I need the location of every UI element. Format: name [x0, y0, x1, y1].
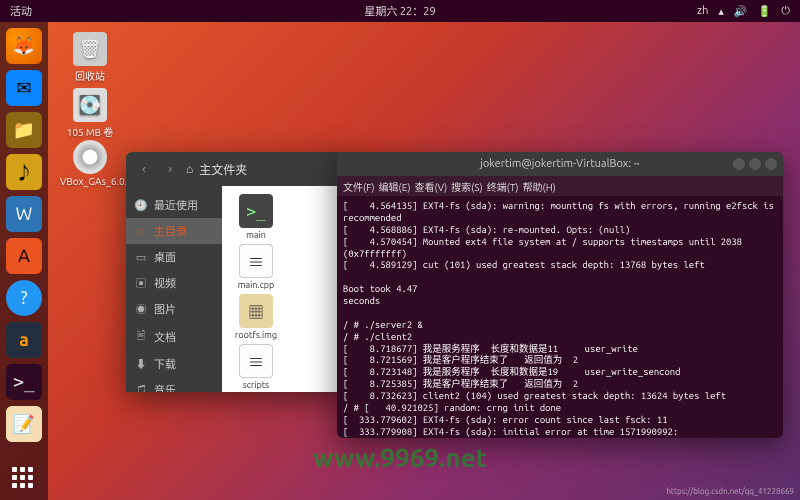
dock-libreoffice-writer[interactable]: W: [6, 196, 42, 232]
file-manager-content: >_main≡main.cpp▦rootfs.img≡scriptsCyongh…: [222, 152, 346, 392]
file-label: main.cpp: [238, 280, 275, 290]
sidebar-item-label: 主目录: [154, 223, 187, 239]
terminal-menubar: 文件(F) 编辑(E)查看(V) 搜索(S) 终端(T) 帮助(H): [337, 176, 783, 196]
file-label: main: [246, 230, 266, 240]
dock-terminal[interactable]: >_: [6, 364, 42, 400]
terminal-menu-item[interactable]: 编辑(E): [379, 179, 411, 194]
desktop-disk-label: 105 MB 卷: [60, 124, 120, 139]
terminal-menu-item[interactable]: 终端(T): [487, 179, 519, 194]
dock: 🦊 ✉ 📁 ♪ W A ? a >_ 📝: [0, 22, 48, 500]
file-item[interactable]: ≡ main.cpp: [228, 244, 284, 290]
dock-help[interactable]: ?: [6, 280, 42, 316]
window-minimize-button[interactable]: [733, 158, 745, 170]
terminal-menu-item[interactable]: 文件(F): [343, 179, 375, 194]
cd-icon: [73, 140, 107, 174]
input-method-indicator[interactable]: zh: [697, 5, 708, 17]
dock-rhythmbox[interactable]: ♪: [6, 154, 42, 190]
sidebar-item-label: 视频: [154, 275, 176, 291]
terminal-titlebar[interactable]: jokertim@jokertim-VirtualBox: ~: [337, 152, 783, 176]
desktop-cd[interactable]: VBox_GAs_6.0.12: [60, 140, 120, 187]
sidebar-icon: ▣: [134, 275, 148, 291]
activities-button[interactable]: 活动: [10, 3, 32, 19]
top-bar: 活动 星期六 22：29 zh ▴ 🔊 🔋 ⏻: [0, 0, 800, 22]
terminal-menu-item[interactable]: 帮助(H): [523, 179, 556, 194]
nav-back-button[interactable]: ‹: [134, 159, 154, 179]
file-manager-header: ‹ › ⌂ 主文件夹: [126, 152, 346, 186]
desktop-cd-label: VBox_GAs_6.0.12: [60, 176, 120, 187]
file-manager-window: ‹ › ⌂ 主文件夹 🕘最近使用⌂主目录▭桌面▣视频◉图片🖹文档⬇下载♫音乐🗑回…: [126, 152, 346, 392]
sidebar-item-4[interactable]: ◉ 图片: [126, 296, 222, 322]
dock-thunderbird[interactable]: ✉: [6, 70, 42, 106]
footer-url: https://blog.csdn.net/qq_41228669: [666, 487, 794, 496]
terminal-output[interactable]: [ 4.564135] EXT4-fs (sda): warning: moun…: [337, 196, 783, 438]
dock-ubuntu-software[interactable]: A: [6, 238, 42, 274]
dock-firefox[interactable]: 🦊: [6, 28, 42, 64]
file-manager-sidebar: 🕘最近使用⌂主目录▭桌面▣视频◉图片🖹文档⬇下载♫音乐🗑回收站◉VBox_GA……: [126, 152, 222, 392]
terminal-menu-item[interactable]: 搜索(S): [451, 179, 483, 194]
file-item[interactable]: >_main: [228, 194, 284, 240]
sidebar-item-7[interactable]: ♫ 音乐: [126, 377, 222, 392]
terminal-title-text: jokertim@jokertim-VirtualBox: ~: [480, 158, 640, 170]
file-icon: ▦: [239, 294, 273, 328]
volume-icon[interactable]: 🔊: [734, 5, 748, 18]
sidebar-item-label: 音乐: [154, 382, 176, 392]
sidebar-icon: ◉: [134, 301, 148, 317]
dock-amazon[interactable]: a: [6, 322, 42, 358]
file-item[interactable]: ▦ rootfs.img: [228, 294, 284, 340]
sidebar-item-6[interactable]: ⬇ 下载: [126, 351, 222, 377]
sidebar-icon: ▭: [134, 251, 148, 264]
sidebar-item-label: 文档: [154, 329, 176, 345]
desktop-disk[interactable]: 💽 105 MB 卷: [60, 88, 120, 139]
network-icon[interactable]: ▴: [718, 5, 724, 18]
sidebar-item-label: 图片: [154, 301, 176, 317]
terminal-menu-item[interactable]: 查看(V): [414, 179, 447, 194]
sidebar-icon: ♫: [134, 382, 148, 392]
trash-icon: 🗑: [73, 32, 107, 66]
window-close-button[interactable]: [765, 158, 777, 170]
desktop-trash[interactable]: 🗑 回收站: [60, 32, 120, 83]
sidebar-icon: 🖹: [134, 327, 148, 346]
file-label: rootfs.img: [235, 330, 277, 340]
dock-text-editor[interactable]: 📝: [6, 406, 42, 442]
sidebar-icon: ⌂: [134, 225, 148, 237]
sidebar-item-label: 桌面: [154, 249, 176, 265]
sidebar-icon: ⬇: [134, 356, 148, 372]
battery-icon[interactable]: 🔋: [758, 5, 772, 18]
sidebar-item-label: 下载: [154, 356, 176, 372]
file-label: scripts: [243, 380, 269, 390]
desktop-trash-label: 回收站: [60, 68, 120, 83]
file-icon: ≡: [239, 344, 273, 378]
power-icon[interactable]: ⏻: [781, 5, 790, 18]
terminal-window: jokertim@jokertim-VirtualBox: ~ 文件(F) 编辑(…: [337, 152, 783, 438]
sidebar-item-0[interactable]: 🕘 最近使用: [126, 192, 222, 218]
dock-files[interactable]: 📁: [6, 112, 42, 148]
sidebar-icon: 🕘: [134, 199, 148, 212]
disk-icon: 💽: [73, 88, 107, 122]
watermark-text: www.9969.net: [313, 443, 487, 472]
sidebar-item-5[interactable]: 🖹 文档: [126, 322, 222, 351]
show-applications-button[interactable]: [12, 467, 33, 488]
sidebar-item-2[interactable]: ▭ 桌面: [126, 244, 222, 270]
clock[interactable]: 星期六 22：29: [364, 3, 435, 19]
file-icon: ≡: [239, 244, 273, 278]
file-item[interactable]: ≡ scripts: [228, 344, 284, 390]
sidebar-item-3[interactable]: ▣ 视频: [126, 270, 222, 296]
file-icon: >_: [239, 194, 273, 228]
sidebar-item-1[interactable]: ⌂ 主目录: [126, 218, 222, 244]
path-label[interactable]: 主文件夹: [199, 161, 247, 178]
window-maximize-button[interactable]: [749, 158, 761, 170]
sidebar-item-label: 最近使用: [154, 197, 198, 213]
home-icon: ⌂: [186, 162, 193, 176]
nav-forward-button[interactable]: ›: [160, 159, 180, 179]
